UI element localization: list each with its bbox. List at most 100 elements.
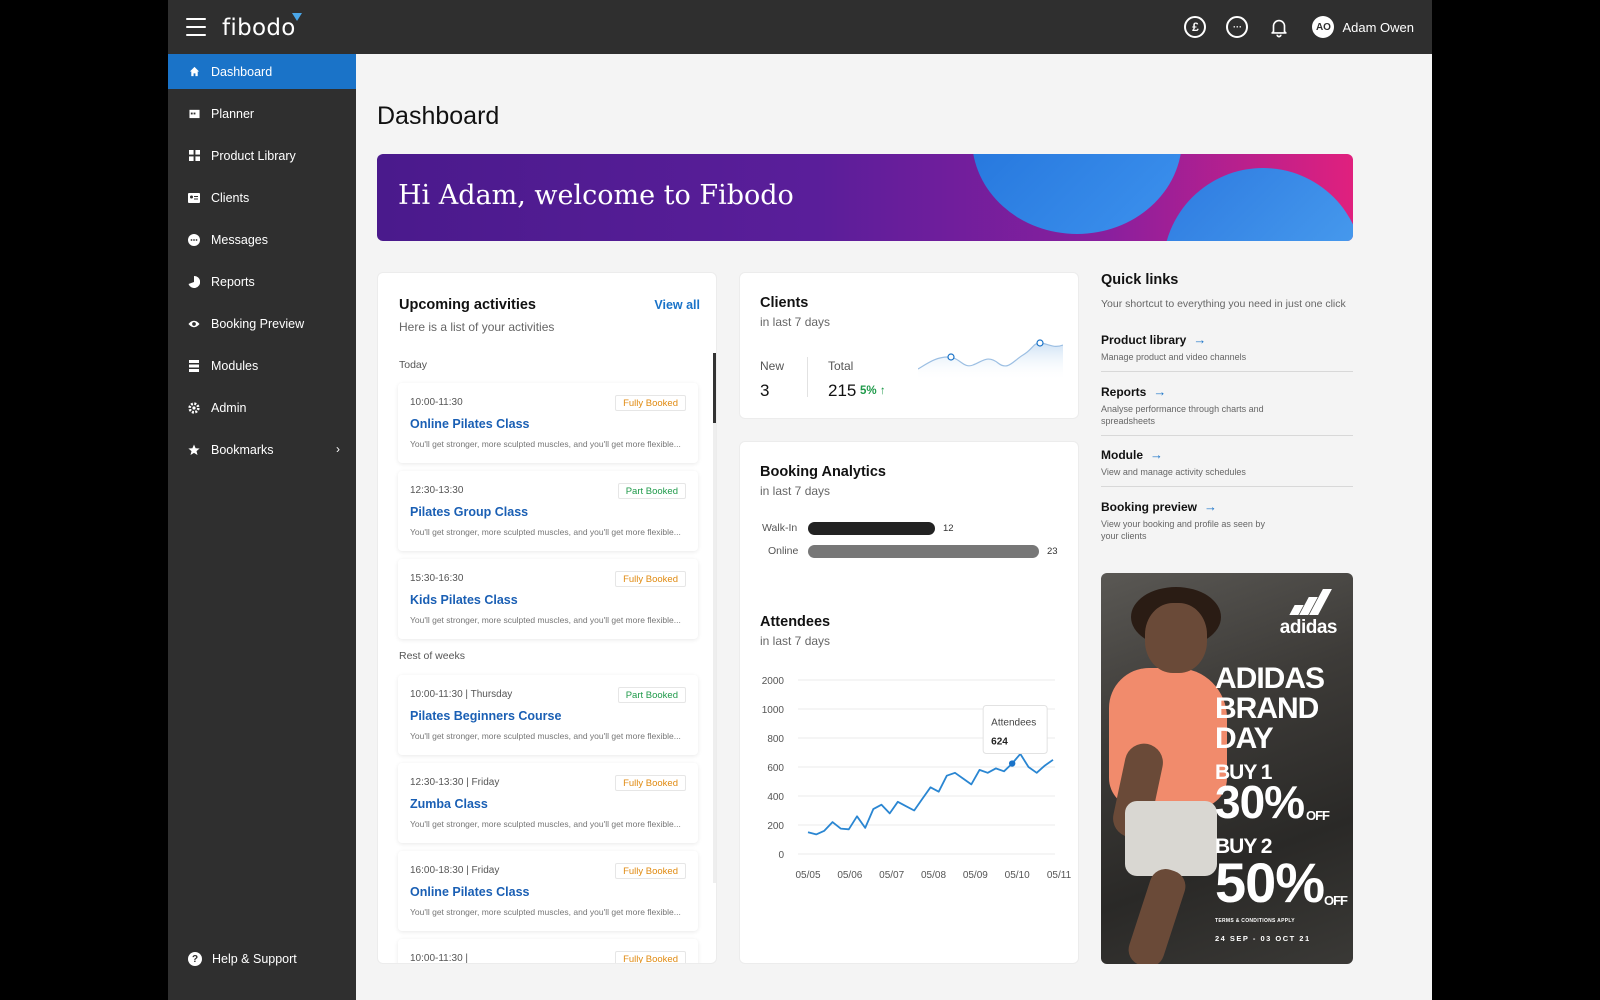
ad-terms: TERMS & CONDITIONS APPLY [1215, 918, 1295, 924]
scrollbar-thumb[interactable] [713, 353, 716, 423]
status-badge: Fully Booked [615, 395, 686, 411]
top-bar: fibodo £ ··· AO Adam Owen [168, 0, 1432, 54]
status-badge: Fully Booked [615, 571, 686, 587]
x-tick-label: 05/08 [921, 870, 946, 881]
star-icon [188, 444, 200, 456]
view-all-link[interactable]: View all [654, 298, 700, 312]
ad-runner-image [1125, 801, 1217, 876]
card-subtitle: Here is a list of your activities [399, 320, 555, 334]
attendees-subtitle: in last 7 days [760, 634, 831, 648]
hamburger-menu-icon[interactable] [186, 18, 206, 36]
sidebar-item-modules[interactable]: Modules [168, 348, 356, 383]
activity-name[interactable]: Online Pilates Class [410, 885, 530, 899]
quick-link-module[interactable]: Module → View and manage activity schedul… [1101, 447, 1353, 487]
help-icon: ? [188, 952, 202, 966]
activity-card[interactable]: 16:00-18:30 | Friday Online Pilates Class… [398, 851, 698, 931]
activity-description: You'll get stronger, more sculpted muscl… [410, 907, 681, 917]
status-badge: Fully Booked [615, 951, 686, 963]
y-tick-label: 1000 [762, 705, 785, 716]
tooltip-label: Attendees [991, 718, 1036, 729]
quick-link-product-library[interactable]: Product library → Manage product and vide… [1101, 332, 1353, 372]
sidebar-item-messages[interactable]: Messages [168, 222, 356, 257]
activity-card[interactable]: 12:30-13:30 Pilates Group Class You'll get… [398, 471, 698, 551]
welcome-banner: Hi Adam, welcome to Fibodo [377, 154, 1353, 241]
help-support-link[interactable]: ? Help & Support [168, 944, 356, 974]
growth-indicator: 5% ↑ [860, 385, 886, 397]
online-bar [808, 545, 1039, 558]
scrollbar-track[interactable] [713, 353, 716, 883]
ad-headline-3: DAY [1215, 722, 1274, 755]
id-card-icon [188, 192, 200, 204]
tooltip-value: 624 [991, 737, 1008, 748]
ad-dates: 24 SEP - 03 OCT 21 [1215, 934, 1311, 943]
chevron-right-icon[interactable]: › [336, 442, 340, 456]
avatar[interactable]: AO [1312, 16, 1335, 38]
header-actions: £ ··· AO Adam Owen [1164, 0, 1414, 54]
activity-name[interactable]: Pilates Group Class [410, 505, 528, 519]
activity-name[interactable]: Kids Pilates Class [410, 593, 518, 607]
activity-card[interactable]: 10:00-11:30 |You'll get stronger, more s… [398, 939, 698, 963]
arrow-right-icon[interactable]: → [1150, 447, 1163, 462]
quick-links-title: Quick links [1101, 272, 1179, 288]
sidebar-item-planner[interactable]: Planner [168, 96, 356, 131]
y-tick-label: 200 [767, 821, 784, 832]
fibodo-logo[interactable]: fibodo [222, 13, 302, 41]
walkin-bar [808, 522, 935, 535]
quick-link-name[interactable]: Product library [1101, 333, 1186, 347]
sidebar-item-product-library[interactable]: Product Library [168, 138, 356, 173]
quick-links: Quick links Your shortcut to everything … [1101, 272, 1353, 541]
bell-icon[interactable] [1268, 16, 1290, 38]
y-tick-label: 600 [767, 763, 784, 774]
sidebar-item-label: Bookmarks [211, 442, 274, 457]
chat-icon[interactable]: ··· [1226, 16, 1249, 38]
attendees-chart: 0 200 400 600 800 1000 2000 05/05 05/06 05/07 05/0… [762, 676, 1072, 881]
quick-link-desc: View your booking and profile as seen by… [1101, 519, 1265, 541]
activity-card[interactable]: 12:30-13:30 | Friday Zumba Class You'll ge… [398, 763, 698, 843]
attendees-line [807, 753, 1054, 836]
x-tick-label: 05/09 [963, 870, 988, 881]
ad-runner-image [1124, 864, 1190, 964]
home-icon [188, 66, 200, 78]
welcome-text: Hi Adam, welcome to Fibodo [398, 180, 794, 211]
sidebar-item-label: Booking Preview [211, 316, 305, 331]
user-name[interactable]: Adam Owen [1342, 20, 1414, 35]
sidebar-item-dashboard[interactable]: Dashboard [168, 54, 356, 89]
adidas-advert[interactable]: adidas ADIDAS BRAND DAY BUY 1 30% OFF BU… [1101, 573, 1353, 964]
sidebar-item-booking-preview[interactable]: Booking Preview [168, 306, 356, 341]
arrow-right-icon[interactable]: → [1204, 499, 1217, 514]
new-value: 3 [760, 381, 770, 400]
sidebar-item-label: Dashboard [211, 64, 273, 79]
activity-card[interactable]: 15:30-16:30 Kids Pilates Class You'll get … [398, 559, 698, 639]
quick-link-name[interactable]: Reports [1101, 385, 1146, 399]
activity-card[interactable]: 10:00-11:30 Online Pilates Class You'll ge… [398, 383, 698, 463]
y-tick-label: 0 [778, 850, 784, 861]
quick-link-name[interactable]: Booking preview [1101, 500, 1197, 514]
highlight-point[interactable] [1008, 760, 1016, 767]
activity-card[interactable]: 10:00-11:30 | Thursday Pilates Beginners … [398, 675, 698, 755]
sidebar: Dashboard Planner Product Library Client… [168, 54, 356, 1000]
sidebar-item-bookmarks[interactable]: Bookmarks › [168, 432, 356, 467]
pound-icon[interactable]: £ [1184, 16, 1207, 38]
quick-link-name[interactable]: Module [1101, 448, 1143, 462]
sidebar-item-clients[interactable]: Clients [168, 180, 356, 215]
divider [807, 357, 808, 397]
banner-decoration [1163, 168, 1353, 241]
chat-bubble-icon [188, 233, 200, 246]
clients-sparkline [918, 339, 1063, 381]
sidebar-item-reports[interactable]: Reports [168, 264, 356, 299]
quick-link-reports[interactable]: Reports → Analyse performance through cha… [1101, 384, 1353, 436]
sidebar-item-admin[interactable]: Admin [168, 390, 356, 425]
quick-link-booking-preview[interactable]: Booking preview → View your booking and p… [1101, 499, 1353, 543]
quick-link-desc: Analyse performance through charts and s… [1101, 404, 1264, 426]
arrow-right-icon[interactable]: → [1193, 332, 1206, 347]
activity-name[interactable]: Online Pilates Class [410, 417, 530, 431]
arrow-right-icon[interactable]: → [1153, 384, 1166, 399]
activity-description: You'll get stronger, more sculpted muscl… [410, 527, 681, 537]
activity-name[interactable]: Pilates Beginners Course [410, 709, 561, 723]
ad-pct1: 30% [1215, 776, 1305, 828]
total-value: 215 [828, 381, 857, 400]
group-label-rest: Rest of weeks [399, 650, 465, 662]
activity-name[interactable]: Zumba Class [410, 797, 488, 811]
activity-description: You'll get stronger, more sculpted muscl… [410, 615, 681, 625]
ad-pct2: 50% [1215, 851, 1325, 914]
